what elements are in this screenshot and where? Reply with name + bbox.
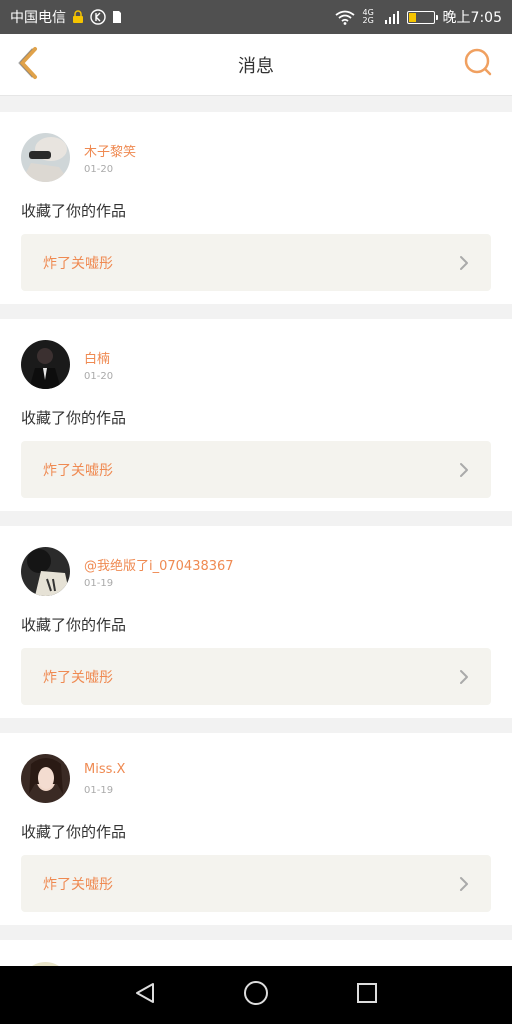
chevron-right-icon bbox=[459, 876, 469, 892]
username[interactable]: Miss.X bbox=[84, 762, 125, 777]
notification-card: Miss.X 01-19 收藏了你的作品 炸了关嘘彤 bbox=[0, 733, 512, 925]
back-button[interactable] bbox=[10, 46, 46, 84]
action-text: 收藏了你的作品 bbox=[21, 409, 127, 427]
clock: 晚上7:05 bbox=[442, 10, 502, 26]
notification-card: 白楠 01-20 收藏了你的作品 炸了关嘘彤 bbox=[0, 319, 512, 511]
notification-card: @我绝版了i_070438367 01-19 收藏了你的作品 炸了关嘘彤 bbox=[0, 526, 512, 718]
k-badge-icon bbox=[90, 9, 106, 25]
nav-back-button[interactable] bbox=[125, 975, 165, 1015]
username[interactable]: 木子黎笑 bbox=[84, 141, 136, 160]
avatar[interactable] bbox=[21, 133, 70, 182]
notification-list: 木子黎笑 01-20 收藏了你的作品 炸了关嘘彤 白楠 01-20 收藏了你的作… bbox=[0, 112, 512, 980]
page-title: 消息 bbox=[238, 55, 274, 77]
date: 01-19 bbox=[84, 578, 114, 589]
chevron-right-icon bbox=[459, 462, 469, 478]
carrier-label: 中国电信 bbox=[10, 10, 66, 26]
work-title: 炸了关嘘彤 bbox=[43, 876, 113, 893]
triangle-back-icon bbox=[133, 981, 157, 1009]
notification-card: 木子黎笑 01-20 收藏了你的作品 炸了关嘘彤 bbox=[0, 112, 512, 304]
circle-home-icon bbox=[243, 980, 269, 1010]
square-recents-icon bbox=[355, 981, 379, 1009]
search-button[interactable] bbox=[462, 48, 494, 80]
work-title: 炸了关嘘彤 bbox=[43, 255, 113, 272]
username[interactable]: 白楠 bbox=[84, 348, 110, 367]
avatar[interactable] bbox=[21, 754, 70, 803]
chevron-right-icon bbox=[459, 255, 469, 271]
username[interactable]: @我绝版了i_070438367 bbox=[84, 555, 234, 574]
battery-icon bbox=[406, 10, 438, 24]
avatar[interactable] bbox=[21, 340, 70, 389]
nav-recents-button[interactable] bbox=[347, 975, 387, 1015]
search-icon bbox=[463, 47, 493, 81]
work-link[interactable]: 炸了关嘘彤 bbox=[21, 441, 491, 498]
work-title: 炸了关嘘彤 bbox=[43, 669, 113, 686]
work-title: 炸了关嘘彤 bbox=[43, 462, 113, 479]
avatar[interactable] bbox=[21, 547, 70, 596]
action-text: 收藏了你的作品 bbox=[21, 823, 127, 841]
system-nav-bar bbox=[0, 966, 512, 1024]
sd-card-icon bbox=[112, 10, 122, 24]
status-bar: 中国电信 4G 2G 晚上7:05 bbox=[0, 0, 512, 34]
chevron-right-icon bbox=[459, 669, 469, 685]
wifi-icon bbox=[334, 10, 355, 25]
signal-icon bbox=[384, 10, 399, 24]
work-link[interactable]: 炸了关嘘彤 bbox=[21, 234, 491, 291]
lock-icon bbox=[72, 10, 84, 24]
nav-home-button[interactable] bbox=[236, 975, 276, 1015]
action-text: 收藏了你的作品 bbox=[21, 616, 127, 634]
action-text: 收藏了你的作品 bbox=[21, 202, 127, 220]
date: 01-19 bbox=[84, 785, 114, 796]
app-header: 消息 bbox=[0, 34, 512, 96]
chevron-left-icon bbox=[17, 46, 39, 84]
date: 01-20 bbox=[84, 164, 114, 175]
network-type: 4G 2G bbox=[362, 8, 374, 25]
work-link[interactable]: 炸了关嘘彤 bbox=[21, 648, 491, 705]
work-link[interactable]: 炸了关嘘彤 bbox=[21, 855, 491, 912]
date: 01-20 bbox=[84, 371, 114, 382]
